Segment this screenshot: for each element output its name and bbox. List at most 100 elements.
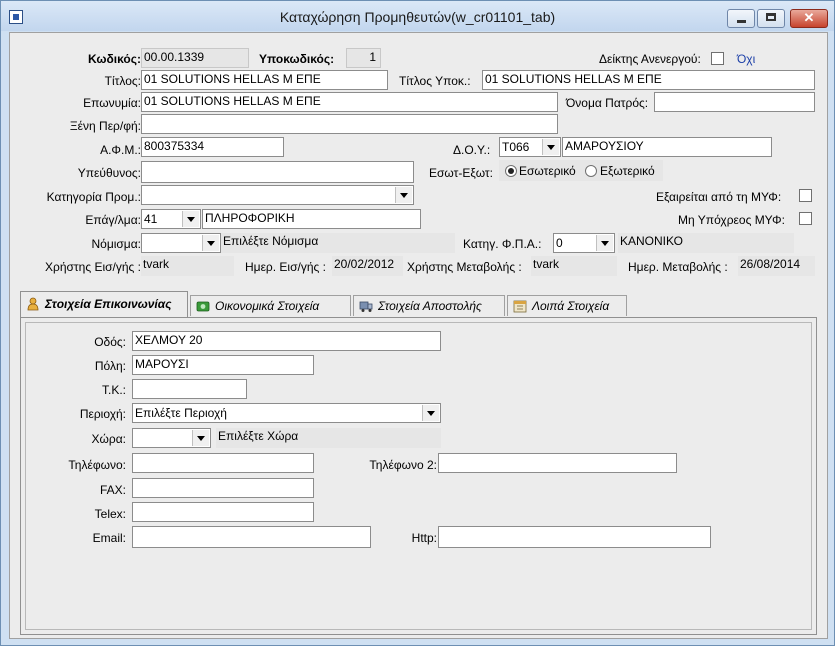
name-label: Επωνυμία: (83, 96, 141, 110)
minimize-icon (737, 20, 746, 23)
chevron-down-icon[interactable] (182, 211, 199, 227)
phone-field[interactable] (132, 453, 314, 473)
maximize-icon (766, 13, 776, 21)
tab-other[interactable]: Λοιπά Στοιχεία (507, 295, 627, 316)
region-combo[interactable]: Επιλέξτε Περιοχή (132, 403, 441, 423)
father-field[interactable] (654, 92, 815, 112)
chevron-down-icon[interactable] (192, 430, 209, 446)
doy-name-field[interactable]: ΑΜΑΡΟΥΣΙΟΥ (562, 137, 772, 157)
tab-financial-label: Οικονομικά Στοιχεία (215, 299, 320, 313)
phone-label: Τηλέφωνο: (68, 458, 126, 472)
profession-code-combo[interactable]: 41 (141, 209, 201, 229)
truck-icon (359, 301, 373, 312)
profession-code-value: 41 (144, 212, 158, 226)
street-field[interactable]: ΧΕΛΜΟΥ 20 (132, 331, 441, 351)
city-label: Πόλη: (94, 359, 126, 373)
name-field[interactable]: 01 SOLUTIONS HELLAS Μ ΕΠΕ (141, 92, 558, 112)
entry-user-field: tvark (141, 256, 234, 276)
chevron-down-icon[interactable] (202, 235, 219, 251)
vat-label: Κατηγ. Φ.Π.Α.: (463, 237, 542, 251)
country-combo[interactable] (132, 428, 211, 448)
chevron-down-icon[interactable] (542, 139, 559, 155)
tab-shipping[interactable]: Στοιχεία Αποστολής (353, 295, 505, 316)
currency-combo[interactable] (141, 233, 221, 253)
code-label: Κωδικός: (88, 52, 141, 66)
currency-label: Νόμισμα: (91, 237, 141, 251)
responsible-field[interactable] (141, 161, 414, 183)
subcode-field[interactable]: 1 (346, 48, 381, 68)
doy-label: Δ.Ο.Υ.: (453, 143, 491, 157)
entry-user-label: Χρήστης Εισ/γής : (45, 260, 141, 274)
mod-date-field: 26/08/2014 (738, 256, 815, 276)
chevron-down-icon[interactable] (596, 235, 613, 251)
vat-code-combo[interactable]: 0 (553, 233, 615, 253)
tab-contact-label: Στοιχεία Επικοινωνίας (45, 297, 172, 311)
tab-shipping-label: Στοιχεία Αποστολής (378, 299, 482, 313)
currency-hint: Επιλέξτε Νόμισμα (221, 233, 455, 253)
minimize-button[interactable] (727, 9, 755, 28)
app-window: Καταχώρηση Προμηθευτών(w_cr01101_tab) ✕ … (0, 0, 835, 646)
country-label: Χώρα: (91, 432, 126, 446)
external-radio-label: Εξωτερικό (600, 164, 655, 178)
inactive-checkbox[interactable] (711, 52, 724, 65)
tab-contact[interactable]: Στοιχεία Επικοινωνίας (20, 291, 188, 317)
internal-radio[interactable] (505, 165, 517, 177)
phone2-field[interactable] (438, 453, 677, 473)
category-label: Κατηγορία Προμ.: (46, 190, 141, 204)
father-label: Όνομα Πατρός: (566, 96, 649, 110)
vat-code-value: 0 (556, 236, 563, 250)
chevron-down-icon[interactable] (422, 405, 439, 421)
tab-financial[interactable]: Οικονομικά Στοιχεία (190, 295, 351, 316)
title-label: Τίτλος: (104, 74, 141, 88)
tab-panel-contact: Οδός: ΧΕΛΜΟΥ 20 Πόλη: ΜΑΡΟΥΣΙ Τ.Κ.: Περι… (20, 317, 817, 635)
myf-exempt-label: Εξαιρείται από τη ΜΥΦ: (656, 190, 782, 204)
foreign-field[interactable] (141, 114, 558, 134)
http-field[interactable] (438, 526, 711, 548)
profession-label: Επάγ/λμα: (85, 213, 141, 227)
maximize-button[interactable] (757, 9, 785, 28)
title-bar[interactable]: Καταχώρηση Προμηθευτών(w_cr01101_tab) ✕ (1, 1, 834, 31)
tab-other-label: Λοιπά Στοιχεία (532, 299, 610, 313)
doy-code-combo[interactable]: Τ066 (499, 137, 561, 157)
http-label: Http: (411, 531, 437, 545)
telex-label: Telex: (94, 507, 126, 521)
external-radio[interactable] (585, 165, 597, 177)
vat-name-field: ΚΑΝΟΝΙΚΟ (618, 233, 794, 253)
chevron-down-icon[interactable] (395, 187, 412, 203)
money-icon (196, 301, 210, 312)
afm-label: Α.Φ.Μ.: (100, 143, 141, 157)
internal-radio-label: Εσωτερικό (519, 164, 576, 178)
mod-date-label: Ημερ. Μεταβολής : (628, 260, 728, 274)
city-field[interactable]: ΜΑΡΟΥΣΙ (132, 355, 314, 375)
subtitle-field[interactable]: 01 SOLUTIONS HELLAS Μ ΕΠΕ (482, 70, 815, 90)
mod-user-field: tvark (531, 256, 617, 276)
fax-field[interactable] (132, 478, 314, 498)
inactive-value: Όχι (737, 52, 756, 66)
region-label: Περιοχή: (79, 407, 126, 421)
title-field[interactable]: 01 SOLUTIONS HELLAS Μ ΕΠΕ (141, 70, 388, 90)
form-client-area: Κωδικός: 00.00.1339 Υποκωδικός: 1 Δείκτη… (9, 32, 828, 639)
region-value: Επιλέξτε Περιοχή (135, 406, 227, 420)
responsible-label: Υπεύθυνος: (77, 166, 141, 180)
myf-not-label: Μη Υπόχρεος ΜΥΦ: (678, 213, 785, 227)
email-field[interactable] (132, 526, 371, 548)
doy-code-value: Τ066 (502, 140, 530, 154)
myf-exempt-checkbox[interactable] (799, 189, 812, 202)
category-combo[interactable] (141, 185, 414, 205)
profession-name-field[interactable]: ΠΛΗΡΟΦΟΡΙΚΗ (202, 209, 421, 229)
zip-field[interactable] (132, 379, 247, 399)
window-title: Καταχώρηση Προμηθευτών(w_cr01101_tab) (279, 9, 556, 25)
zip-label: Τ.Κ.: (101, 383, 126, 397)
entry-date-label: Ημερ. Εισ/γής : (245, 260, 326, 274)
myf-not-checkbox[interactable] (799, 212, 812, 225)
street-label: Οδός: (94, 335, 126, 349)
phone2-label: Τηλέφωνο 2: (369, 458, 437, 472)
code-field[interactable]: 00.00.1339 (141, 48, 249, 68)
foreign-label: Ξένη Περ/φή: (69, 119, 141, 133)
afm-field[interactable]: 800375334 (141, 137, 284, 157)
telex-field[interactable] (132, 502, 314, 522)
mod-user-label: Χρήστης Μεταβολής : (407, 260, 522, 274)
close-icon: ✕ (803, 10, 815, 25)
close-button[interactable]: ✕ (790, 9, 828, 28)
inactive-label: Δείκτης Ανενεργού: (599, 52, 701, 66)
